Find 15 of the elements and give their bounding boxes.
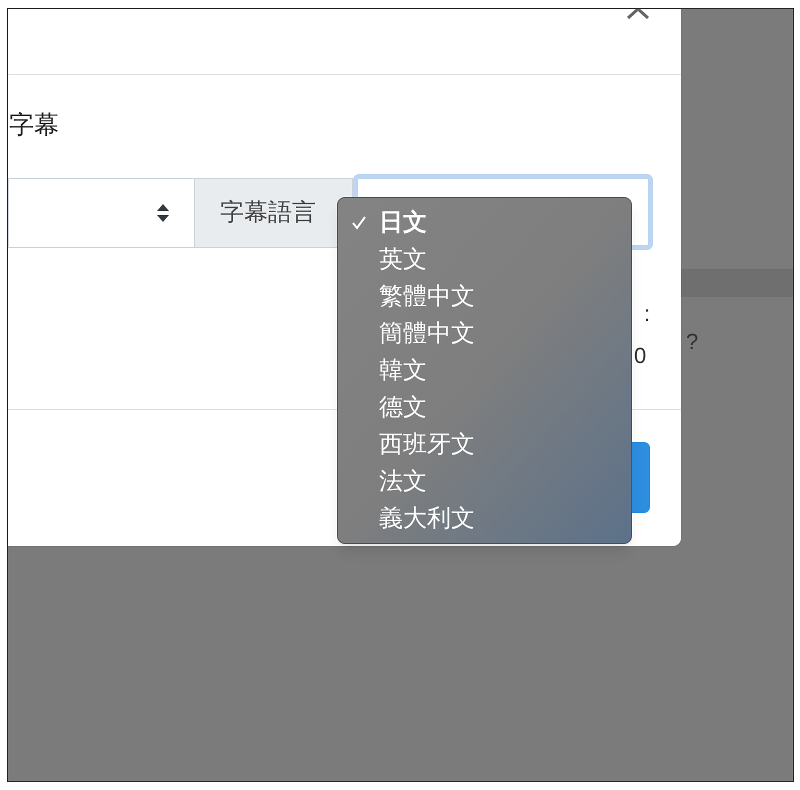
language-option[interactable]: 義大利文 — [338, 500, 631, 537]
sort-icon — [156, 203, 170, 223]
label-text: : — [644, 300, 650, 328]
language-option[interactable]: 韓文 — [338, 352, 631, 389]
checkmark-icon — [350, 214, 366, 230]
subtitle-language-label: 字幕語言 — [195, 178, 353, 248]
section-heading: 字幕 — [9, 113, 59, 138]
language-option[interactable]: 法文 — [338, 463, 631, 500]
value-text: 0 — [634, 342, 646, 370]
language-option[interactable]: 簡體中文 — [338, 315, 631, 352]
language-option[interactable]: 繁體中文 — [338, 278, 631, 315]
language-option[interactable]: 德文 — [338, 389, 631, 426]
question-text: ? — [686, 328, 698, 356]
close-icon[interactable] — [626, 9, 650, 19]
language-option[interactable]: 西班牙文 — [338, 426, 631, 463]
